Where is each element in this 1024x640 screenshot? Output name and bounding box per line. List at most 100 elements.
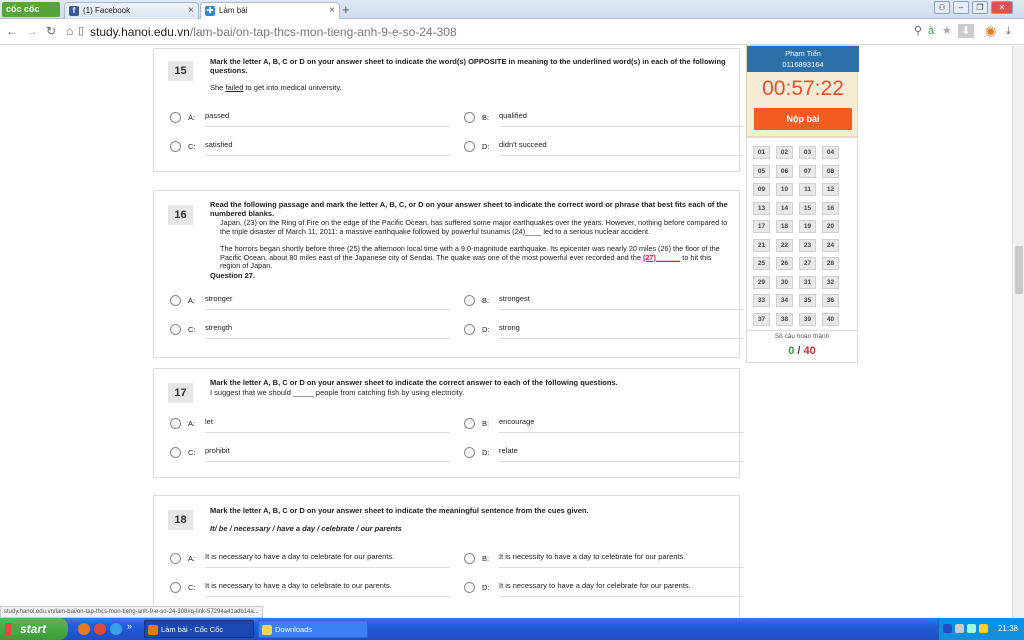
radio-button[interactable] [464,112,475,123]
question-nav-button[interactable]: 34 [776,294,793,307]
option-letter: D: [482,583,490,592]
coccoc-icon[interactable]: ◉ [985,24,996,38]
question-cue: It/ be / necessary / have a day / celebr… [210,524,402,533]
submit-button[interactable]: Nộp bài [754,108,852,130]
option-letter: C: [188,448,196,457]
downloads-arrow-icon[interactable]: ⤓ [1006,24,1011,38]
question-nav-button[interactable]: 14 [776,201,793,215]
question-nav-button[interactable]: 13 [753,201,770,215]
start-button[interactable]: start [0,618,68,640]
question-nav-button[interactable]: 31 [799,275,816,289]
page-content: 15 Mark the letter A, B, C or D on your … [0,46,1012,618]
reload-icon[interactable]: ↻ [46,24,56,38]
question-nav-button[interactable]: 09 [753,183,770,196]
language-icon[interactable] [943,624,952,633]
question-nav-button[interactable]: 26 [776,257,793,270]
radio-button[interactable] [464,295,475,306]
question-nav-button[interactable]: 30 [776,275,793,289]
question-nav-button[interactable]: 08 [822,164,839,178]
question-nav-button[interactable]: 23 [799,238,816,252]
question-nav-button[interactable]: 25 [753,257,770,270]
question-nav-button[interactable]: 11 [799,183,816,196]
question-nav-button[interactable]: 40 [822,312,839,326]
radio-button[interactable] [170,582,181,593]
question-nav-button[interactable]: 17 [753,220,770,233]
question-nav-button[interactable]: 01 [753,146,770,159]
tab-facebook[interactable]: f (1) Facebook × [64,2,199,19]
question-nav-button[interactable]: 37 [753,312,770,326]
passage-paragraph-2: The horrors began shortly before three (… [210,244,732,271]
question-nav-button[interactable]: 07 [799,164,816,178]
radio-button[interactable] [464,582,475,593]
question-number: 16 [168,205,193,225]
site-favicon-icon: ✚ [205,6,215,16]
home-icon[interactable]: ⌂ [66,24,73,38]
radio-button[interactable] [170,112,181,123]
question-nav-button[interactable]: 06 [776,164,793,178]
radio-button[interactable] [170,418,181,429]
minimize-icon[interactable]: – [953,1,969,14]
forward-arrow-icon[interactable]: → [26,24,38,38]
notification-icon[interactable] [979,624,988,633]
radio-button[interactable] [464,324,475,335]
translate-icon[interactable]: à [928,24,934,38]
volume-icon[interactable] [967,624,976,633]
question-nav-button[interactable]: 36 [822,294,839,307]
network-icon[interactable] [955,624,964,633]
radio-button[interactable] [464,141,475,152]
question-nav-button[interactable]: 04 [822,146,839,159]
question-nav-button[interactable]: 10 [776,183,793,196]
question-nav-button[interactable]: 05 [753,164,770,178]
star-icon[interactable]: ★ [942,24,952,38]
question-nav-button[interactable]: 15 [799,201,816,215]
question-nav-button[interactable]: 12 [822,183,839,196]
coccoc-menu-button[interactable]: cốc cốc [2,2,60,17]
close-tab-icon[interactable]: × [188,3,194,18]
vertical-scrollbar[interactable] [1012,46,1024,618]
coccoc-quicklaunch-icon[interactable] [78,623,90,635]
question-nav-button[interactable]: 33 [753,294,770,307]
search-icon[interactable]: ⚲ [914,24,922,38]
question-nav-button[interactable]: 39 [799,312,816,326]
question-nav-button[interactable]: 03 [799,146,816,159]
question-nav-button[interactable]: 20 [822,220,839,233]
question-nav-button[interactable]: 38 [776,312,793,326]
question-nav-button[interactable]: 29 [753,275,770,289]
radio-button[interactable] [464,553,475,564]
ie-quicklaunch-icon[interactable] [110,623,122,635]
download-icon[interactable]: ⬇ [958,24,974,38]
user-icon[interactable]: ⚇ [934,1,950,14]
radio-button[interactable] [464,447,475,458]
current-blank[interactable]: (27)______ [643,253,680,262]
scrollbar-thumb[interactable] [1015,246,1023,294]
radio-button[interactable] [464,418,475,429]
question-nav-button[interactable]: 22 [776,238,793,252]
radio-button[interactable] [170,141,181,152]
new-tab-button[interactable]: + [342,2,350,17]
question-nav-button[interactable]: 16 [822,201,839,215]
chrome-quicklaunch-icon[interactable] [94,623,106,635]
question-nav-button[interactable]: 35 [799,294,816,307]
question-nav-button[interactable]: 19 [799,220,816,233]
question-nav-button[interactable]: 21 [753,238,770,252]
close-window-icon[interactable]: ✕ [991,1,1013,14]
question-nav-button[interactable]: 32 [822,275,839,289]
address-bar[interactable]: study.hanoi.edu.vn/lam-bai/on-tap-thcs-m… [90,22,1018,42]
task-lam-bai[interactable]: Làm bài - Cốc Cốc [144,620,254,638]
question-nav-button[interactable]: 27 [799,257,816,270]
quicklaunch-more-icon[interactable]: » [127,621,132,631]
question-nav-button[interactable]: 02 [776,146,793,159]
question-nav-button[interactable]: 24 [822,238,839,252]
question-nav-button[interactable]: 28 [822,257,839,270]
question-nav-button[interactable]: 18 [776,220,793,233]
restore-icon[interactable]: ❐ [972,1,988,14]
task-downloads[interactable]: Downloads [258,620,368,638]
radio-button[interactable] [170,324,181,335]
brand-label: cốc cốc [6,4,40,14]
tab-lam-bai[interactable]: ✚ Làm bài × [200,2,340,20]
radio-button[interactable] [170,553,181,564]
close-tab-icon[interactable]: × [329,3,335,18]
back-arrow-icon[interactable]: ← [6,24,18,38]
radio-button[interactable] [170,447,181,458]
radio-button[interactable] [170,295,181,306]
